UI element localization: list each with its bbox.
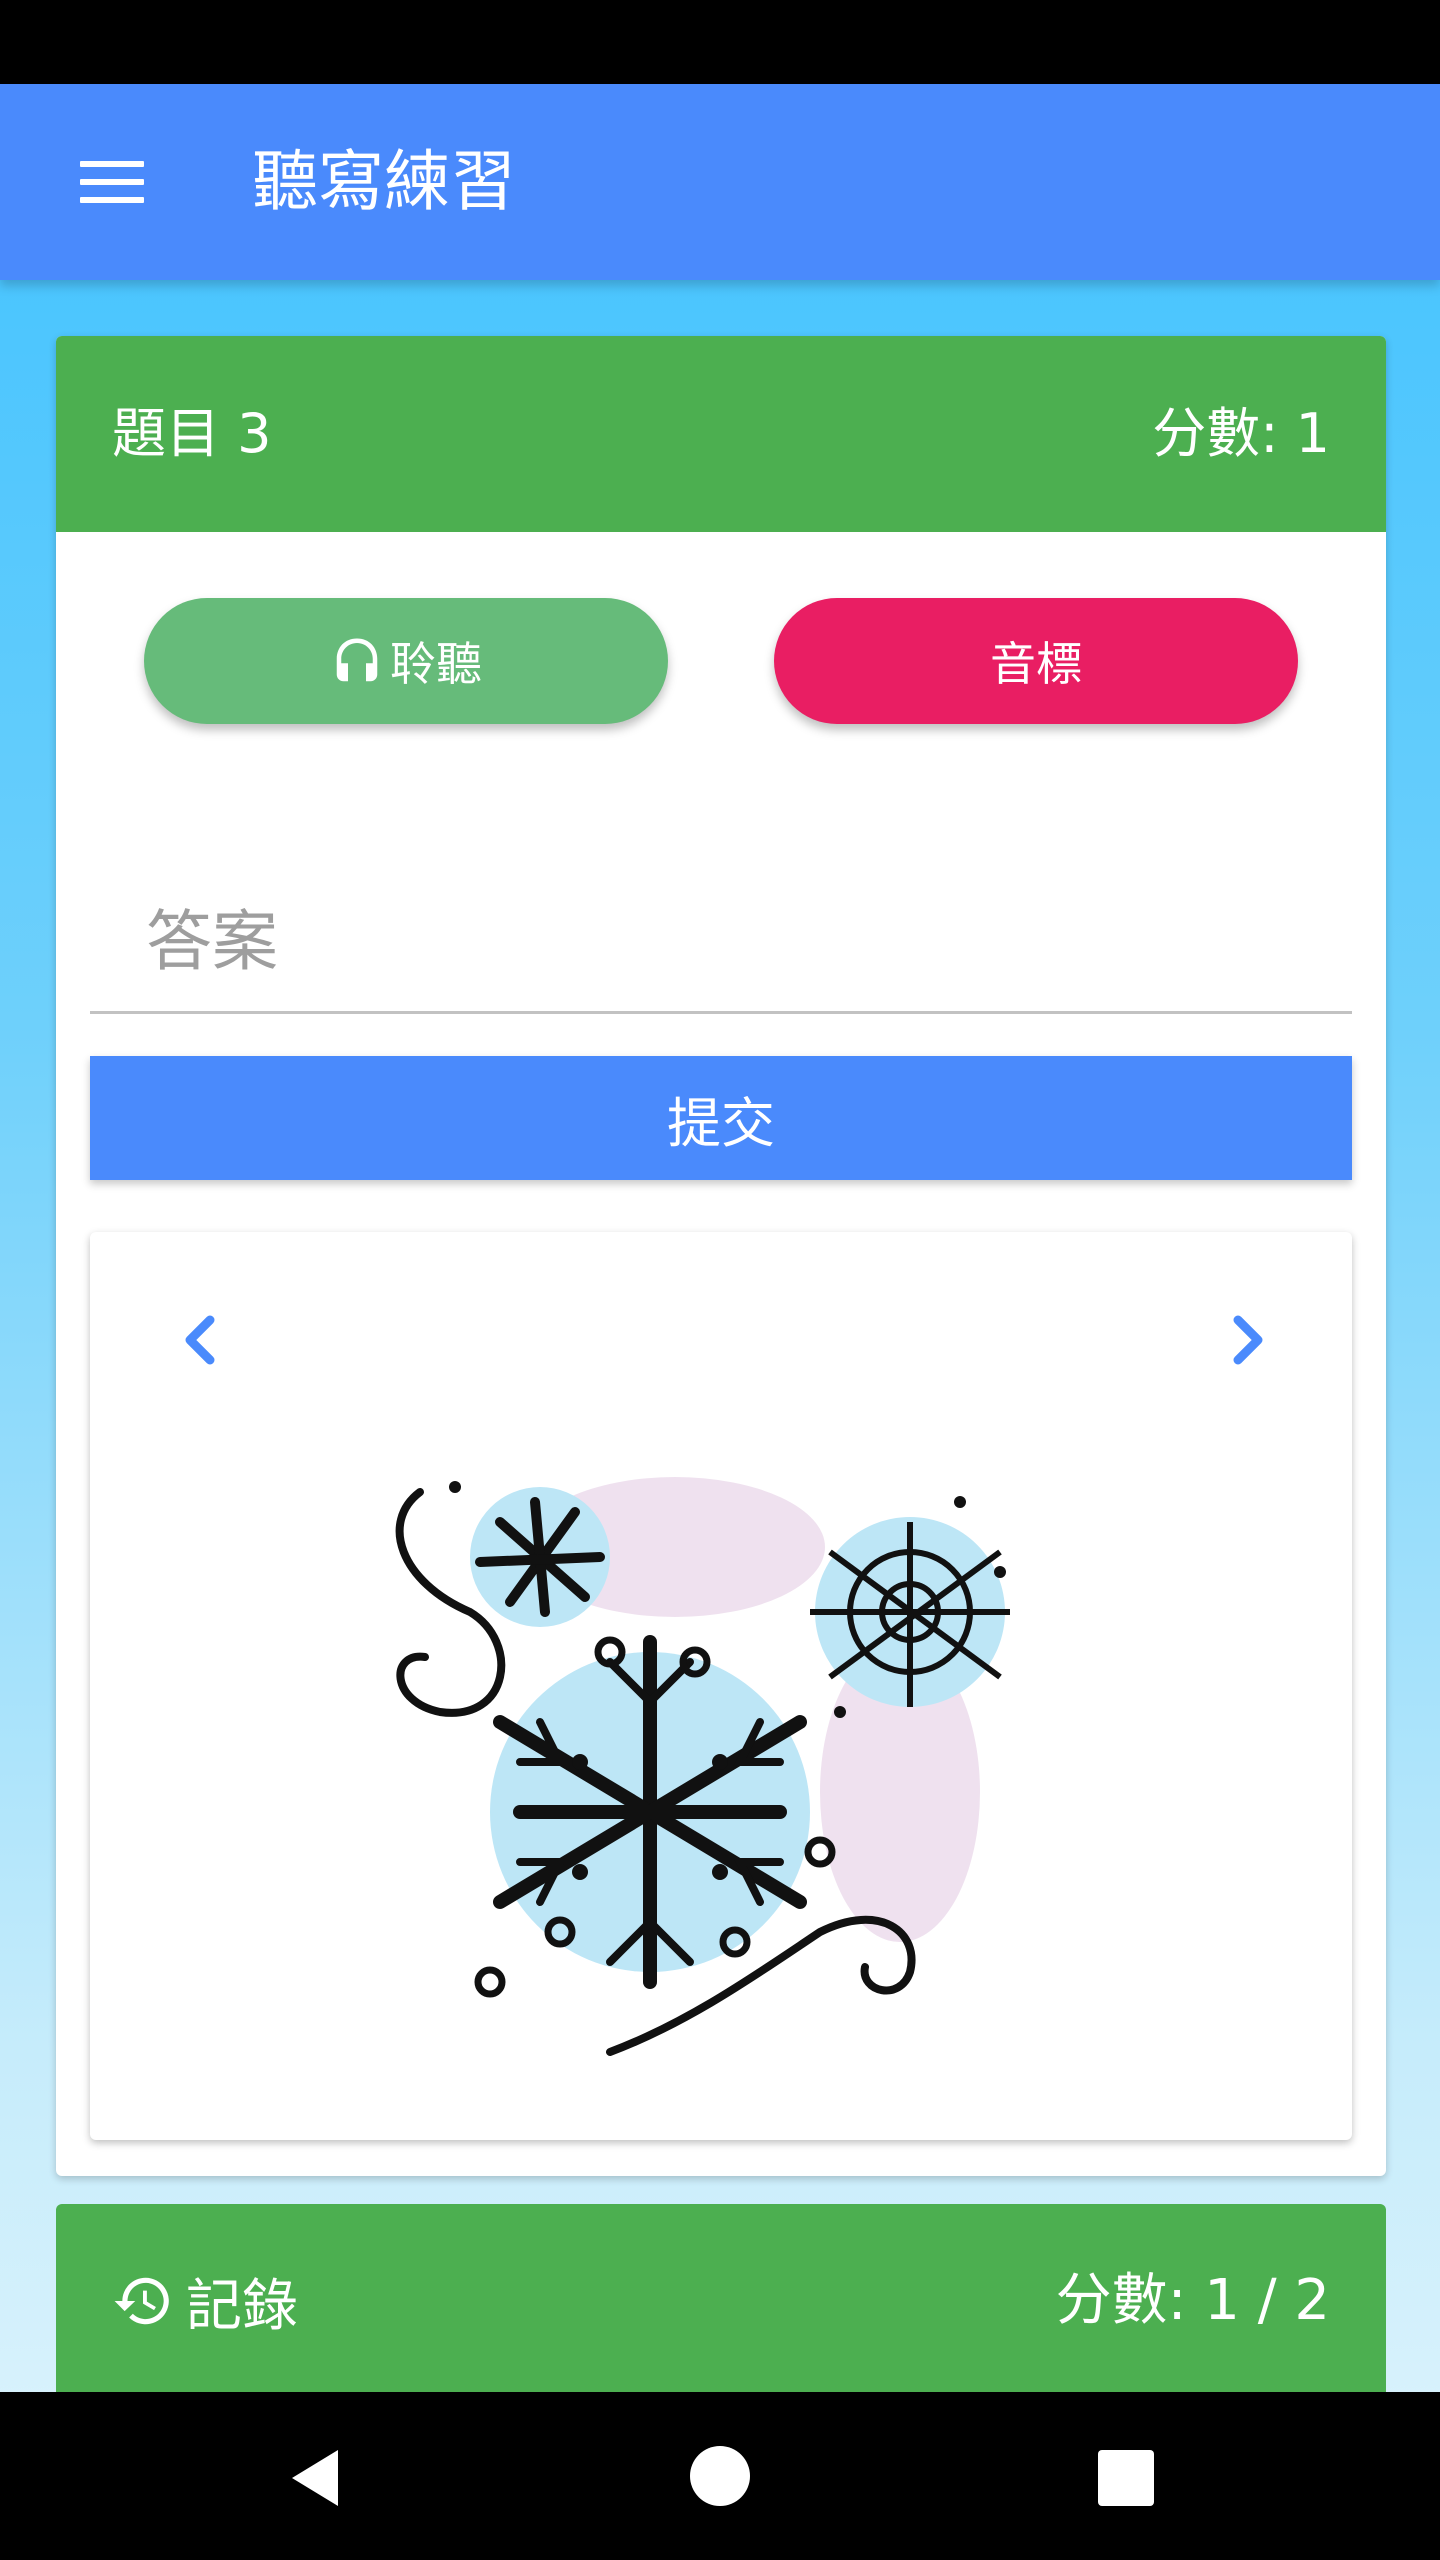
question-header: 題目 3 分數: 1 [56,336,1386,532]
app-title: 聽寫練習 [252,143,516,220]
history-title: 記錄 [112,2266,298,2339]
chevron-left-icon[interactable] [174,1310,224,1370]
history-icon [114,2277,169,2325]
headphones-icon [336,638,378,682]
snowflake-illustration [395,1477,1010,2056]
listen-button[interactable]: 聆聽 [144,598,668,724]
menu-icon[interactable] [80,159,144,205]
history-score: 分數: 1 / 2 [1055,2268,1330,2333]
home-icon[interactable] [690,2446,750,2506]
phonetic-label: 音標 [990,637,1082,691]
image-carousel [90,1232,1352,2140]
answer-field [90,856,1352,1014]
listen-label: 聆聽 [390,637,482,691]
history-label: 記錄 [186,2273,298,2339]
phonetic-button[interactable]: 音標 [774,598,1298,724]
answer-input[interactable] [146,896,1296,986]
question-card: 題目 3 分數: 1 聆聽 音標 提交 [56,336,1386,2176]
recents-icon[interactable] [1098,2450,1154,2506]
history-card[interactable]: 記錄 分數: 1 / 2 [56,2204,1386,2394]
status-bar [0,0,1440,84]
question-number: 題目 3 [112,402,272,465]
submit-label: 提交 [667,1091,775,1155]
question-score: 分數: 1 [1152,402,1330,465]
system-nav-bar [0,2392,1440,2560]
back-icon[interactable] [286,2446,342,2510]
submit-button[interactable]: 提交 [90,1056,1352,1180]
chevron-right-icon[interactable] [1224,1310,1274,1370]
app-bar: 聽寫練習 [0,84,1440,280]
